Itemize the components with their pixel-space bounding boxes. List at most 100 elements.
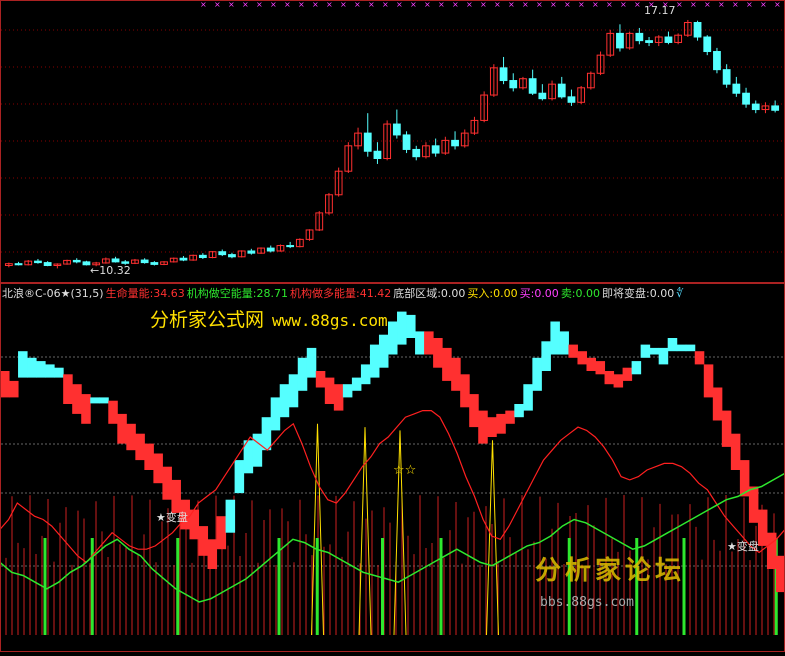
candle-body [693, 22, 702, 38]
energy-block [360, 364, 371, 385]
energy-block [568, 344, 578, 358]
energy-block [757, 509, 768, 546]
top-marker: × [578, 0, 585, 9]
top-marker: × [522, 0, 529, 9]
candle-body [499, 67, 508, 82]
top-marker: × [326, 0, 333, 9]
energy-block [478, 410, 488, 444]
candle-body [72, 259, 81, 263]
energy-block [162, 466, 172, 500]
candle-body [43, 262, 52, 266]
energy-block [658, 347, 669, 365]
candle-body [557, 83, 566, 98]
watermark-top-cn: 分析家公式网 [150, 309, 265, 331]
energy-block [99, 397, 109, 404]
energy-block [595, 361, 606, 375]
candle-body [722, 69, 731, 85]
life-energy-value: 生命量能:34.63 [105, 287, 185, 300]
energy-block [532, 357, 542, 391]
energy-block [730, 433, 741, 470]
energy-block [415, 331, 425, 355]
candle-body [228, 254, 236, 258]
watermark-top-url: www.88gs.com [272, 311, 388, 330]
energy-block [36, 361, 46, 378]
energy-block [63, 374, 73, 404]
top-marker: × [200, 0, 207, 9]
energy-block [90, 397, 100, 404]
energy-block [433, 338, 443, 368]
energy-block [108, 400, 118, 424]
energy-block [721, 410, 732, 447]
top-marker: × [284, 0, 291, 9]
top-marker: × [592, 0, 599, 9]
energy-block [198, 526, 209, 556]
candle-body [645, 40, 653, 43]
energy-block [333, 384, 344, 411]
top-marker: × [340, 0, 347, 9]
low-price-label: ←10.32 [90, 264, 131, 277]
long-energy-value: 机构做多能量:41.42 [290, 287, 392, 300]
top-marker: × [466, 0, 473, 9]
candle-body [742, 92, 750, 105]
energy-block [766, 532, 777, 569]
candle-body [150, 262, 159, 265]
energy-block [117, 413, 127, 444]
candle-body [111, 258, 120, 263]
top-marker: × [508, 0, 515, 9]
energy-block [144, 443, 154, 470]
indicator-name: 北浪®C-06★(31,5) [2, 287, 104, 300]
change-soon-value: 即将变盘:0.00 [602, 287, 675, 300]
top-marker: × [564, 0, 571, 9]
energy-block [541, 341, 551, 371]
top-marker: × [396, 0, 403, 9]
energy-block [703, 364, 714, 398]
top-marker: × [298, 0, 305, 9]
top-marker: × [256, 0, 263, 9]
bottom-zone-value: 底部区域:0.00 [393, 287, 466, 300]
short-energy-value: 机构做空能量:28.71 [186, 287, 288, 300]
change-label-right: ★变盘 [727, 540, 759, 553]
energy-block [27, 357, 37, 378]
star-marker: ☆☆ [393, 463, 417, 478]
candle-body [771, 105, 780, 111]
energy-block [9, 380, 19, 398]
candle-body [373, 150, 382, 160]
energy-block [126, 423, 136, 451]
energy-block [324, 377, 335, 404]
energy-block [397, 311, 407, 345]
energy-block [315, 371, 326, 388]
top-marker: × [354, 0, 361, 9]
energy-block [775, 555, 785, 593]
top-marker: × [620, 0, 627, 9]
energy-block [153, 453, 163, 484]
energy-block [460, 374, 470, 408]
top-marker: × [382, 0, 389, 9]
top-marker: × [634, 0, 641, 9]
energy-block [550, 321, 560, 355]
energy-block [306, 347, 317, 378]
energy-block [279, 384, 290, 418]
energy-block [261, 417, 272, 451]
top-marker: × [494, 0, 501, 9]
candle-body [140, 259, 149, 264]
energy-block [225, 499, 236, 533]
top-marker: × [676, 0, 683, 9]
top-marker: × [774, 0, 781, 9]
watermark-bottom-cn: 分析家论坛 [535, 556, 686, 586]
top-marker: × [746, 0, 753, 9]
energy-block [631, 361, 642, 375]
candle-body [451, 139, 459, 147]
candle-body [179, 257, 188, 261]
energy-block [586, 357, 597, 371]
top-marker: × [270, 0, 277, 9]
energy-block [72, 384, 82, 414]
energy-block [712, 387, 723, 421]
candle-body [82, 261, 91, 266]
energy-block [216, 516, 227, 550]
top-marker: × [718, 0, 725, 9]
energy-block [667, 338, 678, 352]
watermark-bottom-url: bbs.88gs.com [540, 595, 634, 610]
energy-block [685, 344, 696, 352]
energy-block [288, 374, 299, 408]
energy-block [604, 371, 615, 385]
